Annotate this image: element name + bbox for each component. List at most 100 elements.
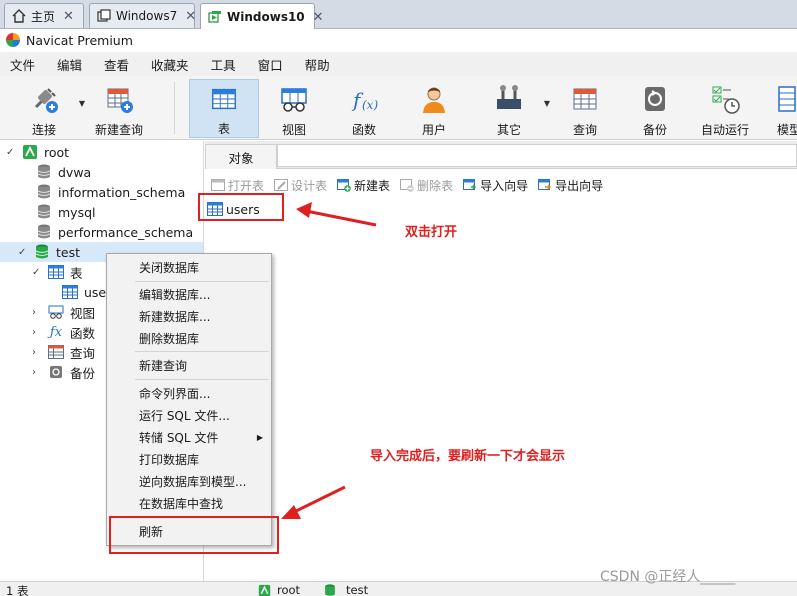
menu-item-reverse-to-model[interactable]: 逆向数据库到模型...	[107, 470, 271, 492]
menu-item-close-database[interactable]: 关闭数据库	[107, 256, 271, 278]
open-table-icon	[211, 179, 225, 191]
delete-table-button[interactable]: 删除表	[400, 177, 453, 194]
vm-tab-windows10[interactable]: Windows10 ✕	[200, 3, 324, 30]
highlight-users-box	[198, 193, 284, 221]
status-connection-label: root	[277, 583, 301, 596]
chevron-right-icon[interactable]: ›	[32, 347, 42, 358]
menu-bar: 文件 编辑 查看 收藏夹 工具 窗口 帮助	[0, 52, 797, 76]
status-connection: root	[258, 583, 300, 596]
tree-node-functions[interactable]: › ƒx 函数	[32, 322, 95, 342]
menu-item-label: 运行 SQL 文件...	[139, 408, 230, 423]
menu-item-new-database[interactable]: 新建数据库...	[107, 305, 271, 327]
chevron-down-icon[interactable]: ✓	[6, 147, 16, 158]
close-icon[interactable]: ✕	[313, 10, 324, 25]
tree-node-queries[interactable]: › 查询	[32, 342, 95, 362]
chevron-right-icon[interactable]: ›	[32, 327, 42, 338]
import-wizard-button[interactable]: 导入向导	[463, 177, 528, 194]
toolbar-model-button[interactable]: 模型	[765, 79, 797, 138]
tab-objects[interactable]: 对象	[205, 144, 277, 169]
menu-item-new-query[interactable]: 新建查询	[107, 354, 271, 376]
toolbar-function-button[interactable]: f (x) 函数	[329, 79, 399, 138]
delete-table-icon	[400, 179, 414, 192]
backup-icon	[645, 87, 665, 111]
connection-icon	[22, 144, 38, 160]
menu-window[interactable]: 窗口	[247, 55, 294, 74]
toolbar-label: 备份	[642, 123, 667, 137]
menu-item-label: 编辑数据库...	[139, 287, 211, 302]
chevron-down-icon[interactable]: ✓	[32, 267, 42, 278]
toolbar-query-button[interactable]: 查询	[550, 79, 620, 138]
tool-label: 打开表	[228, 178, 265, 193]
chevron-down-icon[interactable]: ✓	[18, 247, 28, 258]
object-tab-empty-area	[277, 144, 797, 167]
vm-icon	[207, 9, 223, 25]
vm-tab-label: Windows7	[116, 9, 178, 23]
menu-item-label: 新建数据库...	[139, 309, 211, 324]
menu-item-label: 删除数据库	[139, 331, 200, 346]
export-wizard-button[interactable]: 导出向导	[538, 177, 603, 194]
menu-item-find-in-database[interactable]: 在数据库中查找	[107, 492, 271, 514]
model-icon	[778, 86, 796, 112]
toolbar-auto-run-button[interactable]: 自动运行	[690, 79, 760, 138]
tree-node-backups[interactable]: › 备份	[32, 362, 95, 382]
tab-label: 对象	[228, 150, 254, 166]
toolbar-connection-button[interactable]: 连接 ▼	[9, 79, 85, 138]
tree-node-label: 备份	[70, 365, 96, 381]
vm-tab-home[interactable]: 主页 ✕	[4, 3, 84, 28]
tree-node-database[interactable]: information_schema	[36, 182, 185, 202]
toolbar-other-button[interactable]: 其它 ▼	[474, 79, 550, 138]
menu-item-edit-database[interactable]: 编辑数据库...	[107, 283, 271, 305]
tree-node-root[interactable]: ✓ root	[6, 142, 69, 162]
menu-help[interactable]: 帮助	[294, 55, 341, 74]
menu-item-dump-sql-file[interactable]: 转储 SQL 文件 ▶	[107, 426, 271, 448]
tree-node-views[interactable]: › 视图	[32, 302, 95, 322]
close-icon[interactable]: ✕	[63, 9, 74, 24]
toolbar-user-button[interactable]: 用户	[399, 79, 469, 138]
menu-separator	[135, 281, 269, 282]
tree-node-database[interactable]: performance_schema	[36, 222, 193, 242]
menu-favorites[interactable]: 收藏夹	[140, 55, 200, 74]
tree-node-database[interactable]: dvwa	[36, 162, 91, 182]
menu-item-label: 新建查询	[139, 358, 188, 373]
open-table-button[interactable]: 打开表	[211, 177, 264, 194]
tool-label: 新建表	[354, 178, 391, 193]
new-table-button[interactable]: 新建表	[337, 177, 390, 194]
status-database: test	[324, 583, 368, 596]
chevron-right-icon[interactable]: ›	[32, 307, 42, 318]
toolbar-label: 函数	[351, 123, 376, 137]
chevron-right-icon[interactable]: ›	[32, 367, 42, 378]
tool-label: 导出向导	[555, 178, 604, 193]
submenu-arrow-icon: ▶	[256, 432, 263, 442]
menu-item-delete-database[interactable]: 删除数据库	[107, 327, 271, 349]
tree-node-tables[interactable]: ✓ 表	[32, 262, 83, 282]
menu-edit[interactable]: 编辑	[46, 55, 93, 74]
toolbar-label: 自动运行	[700, 123, 749, 137]
tree-node-label: 视图	[70, 305, 96, 321]
highlight-refresh-box	[109, 516, 279, 554]
menu-item-print-database[interactable]: 打印数据库	[107, 448, 271, 470]
toolbar-view-button[interactable]: 视图	[259, 79, 329, 138]
toolbar-backup-button[interactable]: 备份	[620, 79, 690, 138]
tool-label: 导入向导	[480, 178, 529, 193]
main-toolbar: 连接 ▼ 新建查询 表 视图 f (x) 函数 用户 其它 ▼ 查询 备份 自动运…	[0, 76, 797, 140]
menu-file[interactable]: 文件	[0, 55, 46, 74]
design-table-icon	[274, 179, 289, 191]
tree-node-database[interactable]: mysql	[36, 202, 96, 222]
toolbar-new-query-button[interactable]: 新建查询	[84, 79, 154, 138]
menu-item-run-sql-file[interactable]: 运行 SQL 文件...	[107, 404, 271, 426]
close-icon[interactable]: ✕	[185, 9, 196, 24]
query-icon	[573, 88, 597, 110]
tree-node-label: information_schema	[58, 184, 186, 200]
tree-node-label: 表	[70, 265, 83, 281]
menu-item-console[interactable]: 命令列界面...	[107, 382, 271, 404]
tree-node-label: 函数	[70, 325, 96, 341]
toolbar-table-button[interactable]: 表	[189, 79, 259, 138]
menu-tools[interactable]: 工具	[200, 55, 247, 74]
import-icon	[463, 179, 477, 190]
vm-tab-windows7[interactable]: Windows7 ✕	[89, 3, 196, 28]
toolbar-label: 视图	[281, 123, 306, 137]
database-icon	[36, 204, 52, 220]
design-table-button[interactable]: 设计表	[274, 177, 327, 194]
menu-view[interactable]: 查看	[93, 55, 140, 74]
csdn-watermark: CSDN @正经人_____	[600, 569, 736, 585]
